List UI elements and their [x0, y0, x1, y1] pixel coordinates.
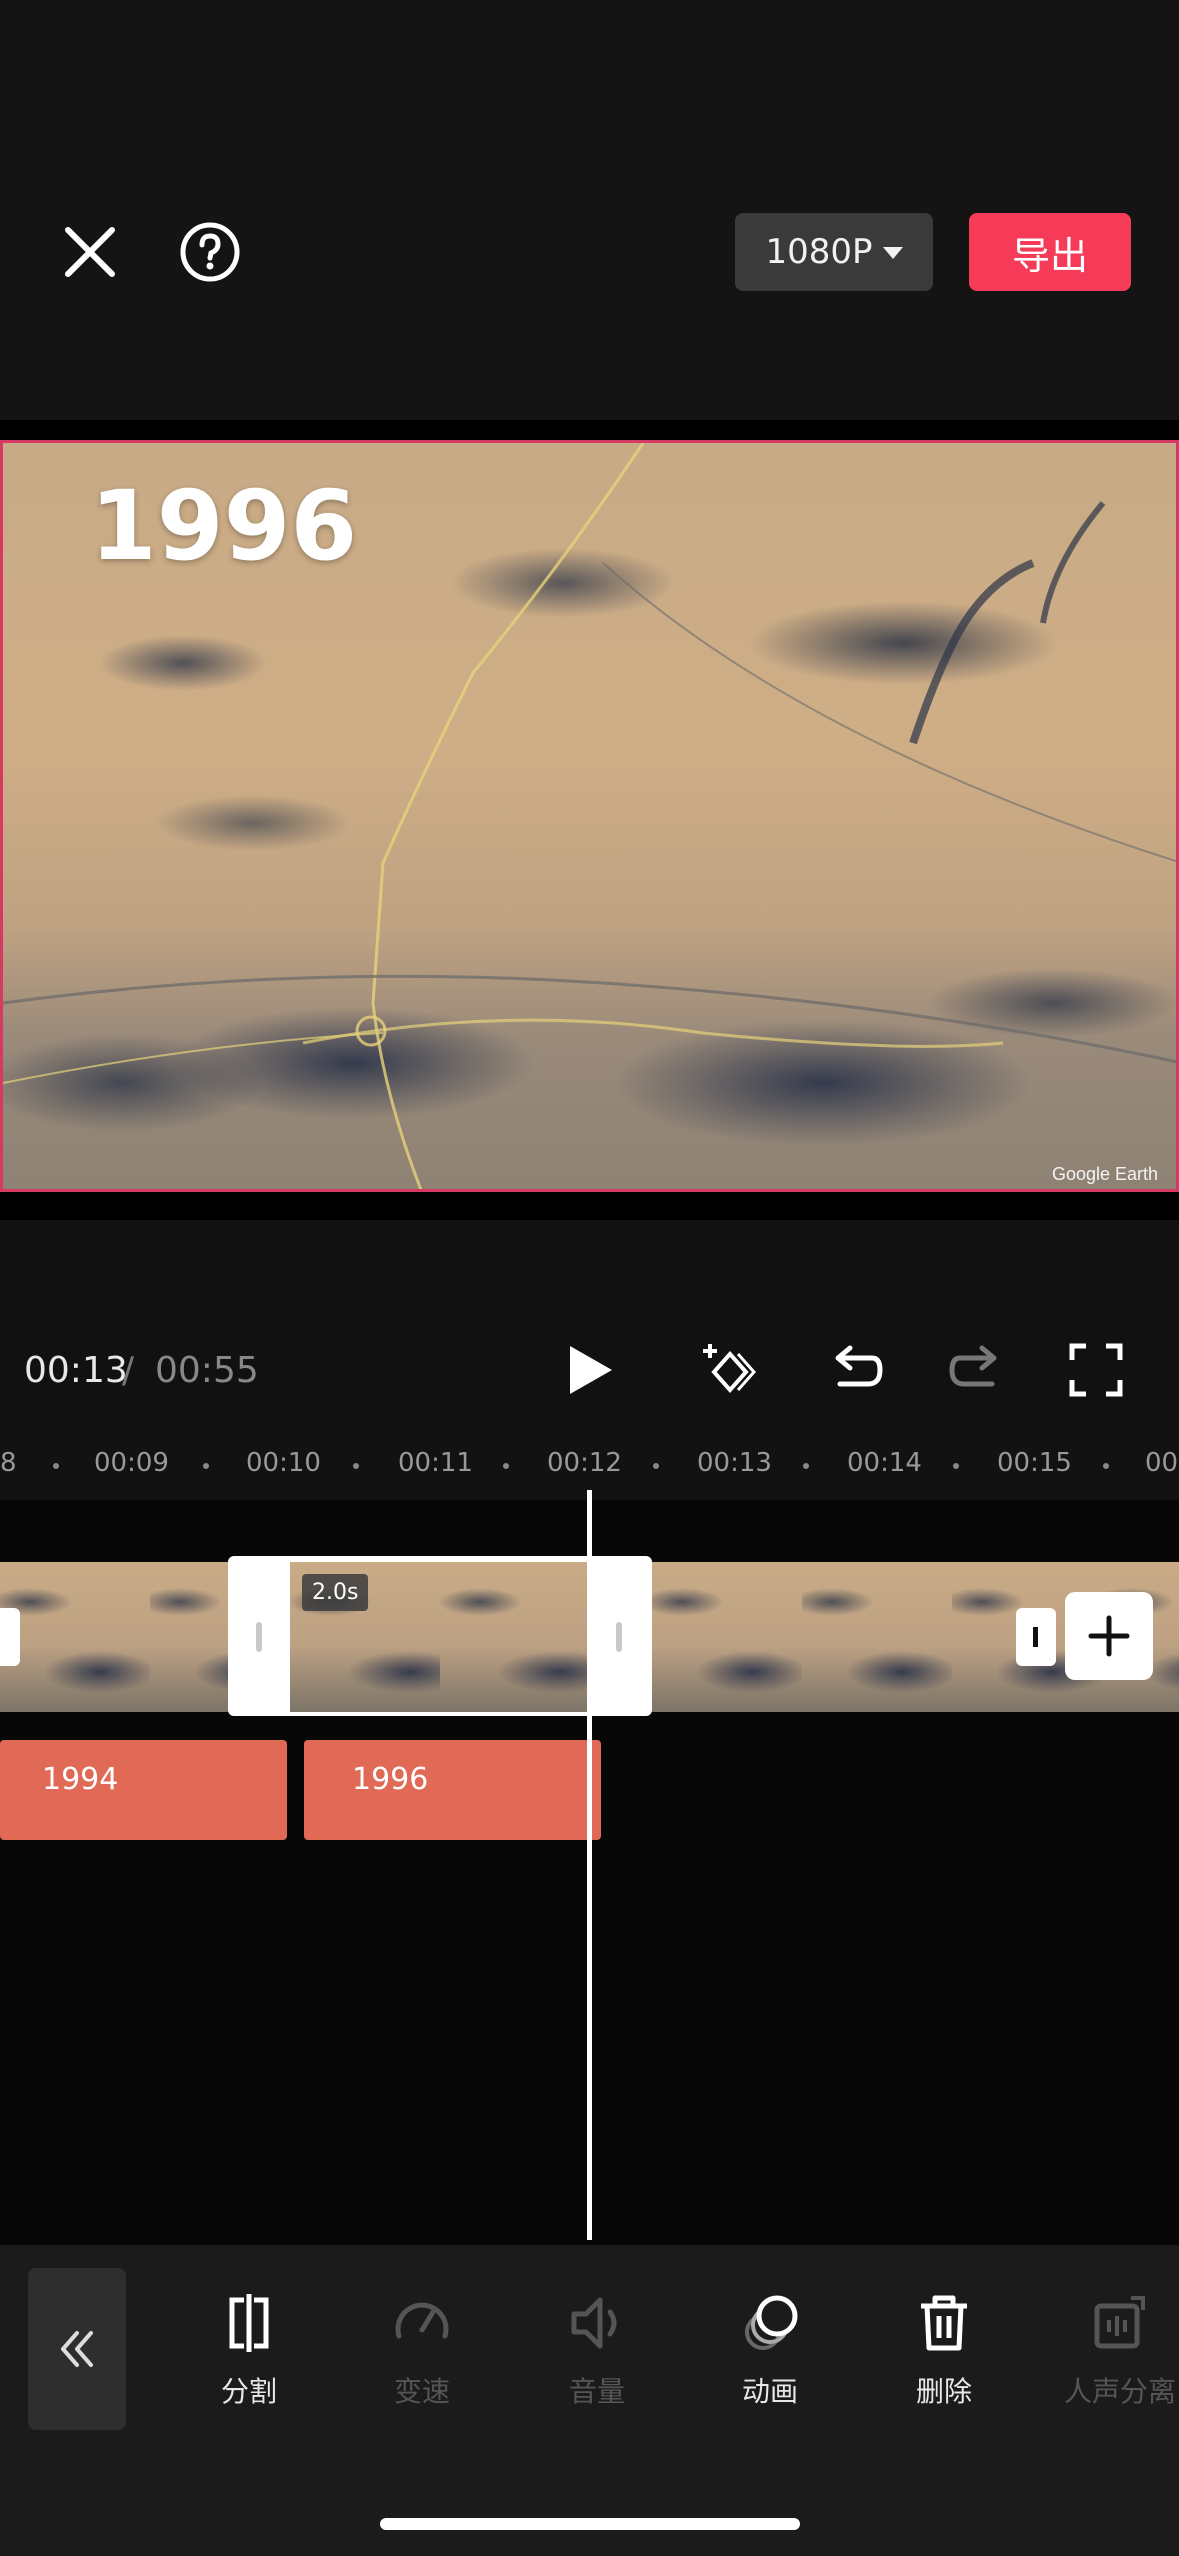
ruler-tick: 00:10 — [246, 1448, 321, 1478]
double-chevron-left-icon — [61, 2331, 93, 2367]
undo-icon[interactable] — [826, 1340, 886, 1400]
ruler-tick: 00 — [1145, 1448, 1179, 1478]
trim-handle-left[interactable] — [256, 1622, 262, 1652]
resolution-dropdown[interactable]: 1080P — [735, 213, 933, 291]
clip-duration-badge: 2.0s — [302, 1574, 369, 1611]
map-watermark: Google Earth — [1052, 1164, 1159, 1184]
ruler-tick: 00:09 — [94, 1448, 169, 1478]
tool-label: 变速 — [393, 2375, 450, 2408]
home-indicator — [380, 2518, 800, 2530]
total-time: 00:55 — [155, 1350, 259, 1391]
ruler-tick: 00:11 — [398, 1448, 473, 1478]
help-icon[interactable] — [178, 220, 242, 284]
add-clip-button[interactable] — [1065, 1592, 1153, 1680]
ruler-dot — [53, 1463, 59, 1469]
playhead[interactable] — [587, 1490, 592, 2240]
ruler-dot — [503, 1463, 509, 1469]
transition-marker[interactable] — [1016, 1608, 1056, 1666]
tool-label: 音量 — [568, 2375, 625, 2408]
vocal-separation-icon — [1094, 2296, 1145, 2349]
collapse-button[interactable] — [28, 2268, 126, 2430]
ruler-dot — [203, 1463, 209, 1469]
chevron-down-icon — [882, 247, 903, 259]
ruler-dot — [803, 1463, 809, 1469]
ruler-tick: 8 — [0, 1448, 17, 1478]
split-icon — [229, 2294, 269, 2352]
tool-label: 删除 — [915, 2375, 972, 2408]
ruler-tick: 00:13 — [697, 1448, 772, 1478]
marker-bar — [1033, 1627, 1038, 1647]
delete-icon — [921, 2295, 967, 2351]
ruler-tick: 00:14 — [847, 1448, 922, 1478]
animation-icon — [745, 2295, 798, 2350]
volume-icon — [571, 2297, 617, 2349]
speed-icon — [395, 2302, 449, 2339]
ruler-dot — [653, 1463, 659, 1469]
ruler-tick: 00:12 — [547, 1448, 622, 1478]
export-button[interactable]: 导出 — [969, 213, 1131, 291]
split-button[interactable]: 分割 — [179, 2290, 319, 2420]
transition-marker[interactable] — [0, 1608, 20, 1666]
keyframe-icon[interactable] — [700, 1340, 760, 1400]
tool-label: 分割 — [220, 2375, 277, 2408]
trim-handle-right[interactable] — [616, 1622, 622, 1652]
delete-button[interactable]: 删除 — [874, 2290, 1014, 2420]
time-separator: / — [122, 1350, 135, 1391]
ruler-tick: 00:15 — [997, 1448, 1072, 1478]
vocal-separation-button[interactable]: 人声分离 — [1050, 2290, 1179, 2420]
tool-label: 动画 — [741, 2375, 798, 2408]
plus-icon — [1088, 1615, 1130, 1657]
ruler-dot — [953, 1463, 959, 1469]
text-clip[interactable]: 1994 — [0, 1740, 287, 1840]
play-icon[interactable] — [560, 1340, 620, 1400]
speed-button[interactable]: 变速 — [352, 2290, 492, 2420]
redo-icon[interactable] — [946, 1340, 1006, 1400]
video-clip[interactable] — [0, 1562, 228, 1712]
text-clip-label: 1996 — [352, 1762, 429, 1797]
close-icon[interactable] — [58, 220, 122, 284]
top-bar — [0, 0, 1179, 420]
ruler-dot — [1103, 1463, 1109, 1469]
volume-button[interactable]: 音量 — [527, 2290, 667, 2420]
text-clip-label: 1994 — [42, 1762, 119, 1797]
resolution-label: 1080P — [765, 232, 873, 272]
text-clip[interactable]: 1996 — [304, 1740, 601, 1840]
current-time: 00:13 — [24, 1350, 128, 1391]
tool-label: 人声分离 — [1063, 2375, 1176, 2408]
animation-button[interactable]: 动画 — [700, 2290, 840, 2420]
fullscreen-icon[interactable] — [1066, 1340, 1126, 1400]
ruler-dot — [353, 1463, 359, 1469]
overlay-text: 1996 — [90, 470, 358, 582]
